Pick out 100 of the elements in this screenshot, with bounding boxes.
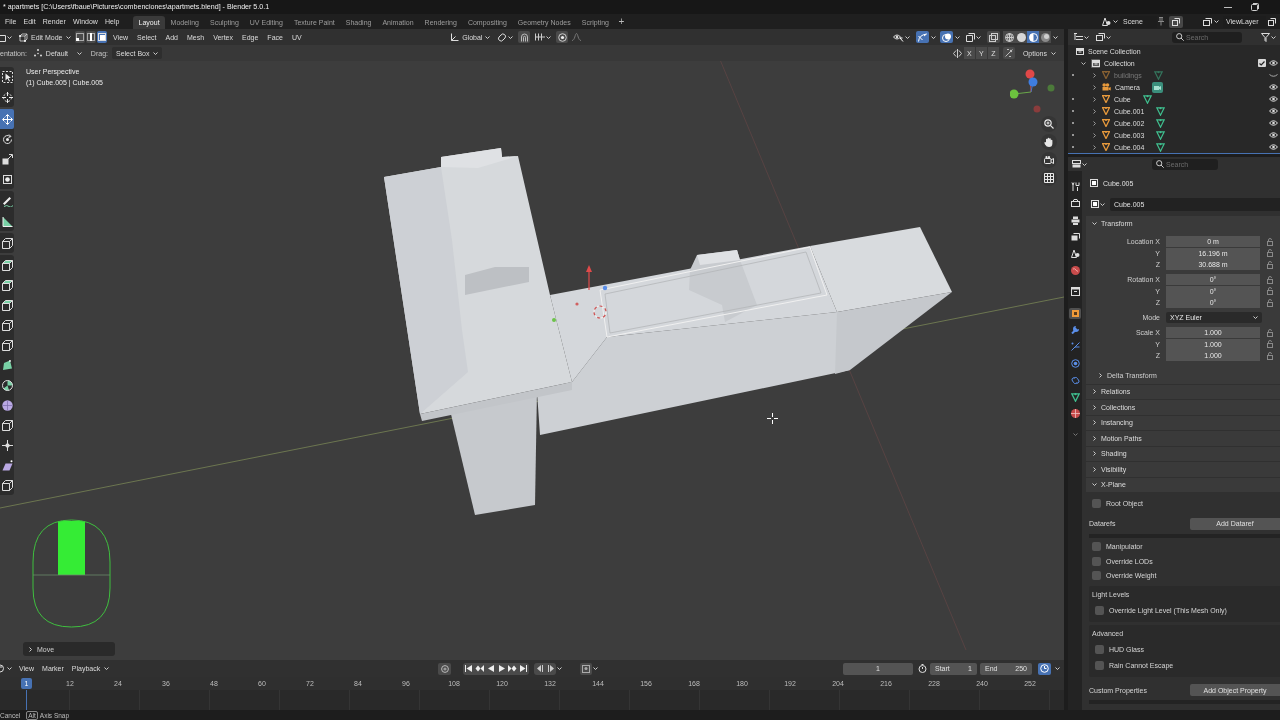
properties-tab[interactable] [1069, 341, 1081, 353]
chevron-right-icon[interactable] [1093, 120, 1096, 126]
caret-icon[interactable] [1053, 35, 1058, 39]
zoom-button[interactable] [1041, 116, 1057, 132]
chevron-right-icon[interactable] [1093, 72, 1096, 78]
eye-icon[interactable] [1269, 144, 1278, 150]
next-keyframe-button[interactable] [507, 662, 519, 675]
chevron-right-icon[interactable] [1093, 144, 1096, 150]
lock-icon[interactable] [1267, 249, 1273, 258]
exclude-checkbox[interactable] [1258, 59, 1266, 67]
chevron-right-icon[interactable] [1093, 132, 1096, 138]
chevron-right-icon[interactable] [1093, 96, 1096, 102]
gizmo-toggle[interactable] [916, 31, 929, 43]
mesh-data-icon[interactable] [1156, 118, 1166, 128]
duplicate-button[interactable] [1169, 15, 1183, 28]
caret-icon[interactable] [593, 667, 599, 670]
mesh-overlay-dropdown[interactable] [964, 30, 983, 44]
mesh-data-icon[interactable] [1156, 106, 1166, 116]
minimize-icon[interactable] [1224, 6, 1232, 8]
next-key-button[interactable] [545, 662, 557, 675]
restore-icon[interactable] [1251, 3, 1259, 11]
add-workspace-button[interactable]: + [614, 16, 629, 27]
range-toggle[interactable] [1038, 662, 1051, 675]
checkbox[interactable] [1092, 542, 1101, 551]
properties-tab[interactable] [1069, 357, 1081, 369]
play-button[interactable] [496, 662, 508, 675]
lock-icon[interactable] [1267, 275, 1273, 284]
lock-icon[interactable] [1267, 260, 1273, 269]
editor-type-button[interactable] [1072, 157, 1090, 171]
properties-tab[interactable] [1069, 231, 1081, 243]
tool-button[interactable] [0, 109, 14, 129]
mesh-data-icon[interactable] [1142, 94, 1152, 104]
pin-icon[interactable] [1157, 17, 1165, 26]
caret-icon[interactable] [557, 667, 563, 670]
shading-mode-button[interactable] [1003, 31, 1015, 43]
overlay-toggle[interactable] [940, 31, 953, 43]
properties-tab[interactable] [1069, 324, 1081, 336]
mesh-data-icon[interactable] [1156, 130, 1166, 140]
caret-icon[interactable] [931, 35, 936, 39]
caret-icon[interactable] [1055, 667, 1060, 670]
checkbox[interactable] [1092, 571, 1101, 580]
checkbox[interactable] [1092, 556, 1101, 566]
view-layer-dropdown[interactable] [1201, 17, 1221, 26]
pivot-dropdown[interactable] [495, 30, 516, 44]
previous-key-button[interactable] [534, 662, 546, 675]
properties-tab[interactable] [1069, 408, 1081, 420]
snap-toggle[interactable] [518, 31, 531, 43]
select-mode-button[interactable] [85, 31, 96, 43]
eye-icon[interactable] [1269, 132, 1278, 138]
select-mode-button[interactable] [96, 31, 107, 43]
caret-icon [905, 35, 910, 39]
properties-tab[interactable] [1069, 181, 1081, 192]
topology-mirror-toggle[interactable] [1002, 47, 1015, 59]
properties-tab[interactable] [1069, 214, 1081, 226]
checkbox[interactable] [1092, 498, 1101, 508]
lock-icon[interactable] [1267, 237, 1273, 246]
checkbox[interactable] [1095, 660, 1104, 670]
eye-icon[interactable] [1269, 108, 1278, 114]
properties-tab[interactable] [1069, 391, 1081, 403]
editor-type-button[interactable] [0, 661, 15, 676]
properties-tab[interactable] [1069, 248, 1081, 260]
xray-toggle[interactable] [987, 31, 1000, 43]
chevron-right-icon[interactable] [1093, 108, 1096, 114]
caret-icon[interactable] [955, 35, 960, 39]
select-mode-button[interactable] [74, 31, 85, 43]
eye-icon[interactable] [1269, 60, 1278, 66]
object-browse-dropdown[interactable] [1091, 197, 1108, 211]
camera-data-icon[interactable] [1151, 81, 1163, 93]
proportional-edit-toggle[interactable] [556, 31, 569, 43]
display-mode-dropdown[interactable] [1096, 30, 1114, 44]
lock-icon[interactable] [1267, 340, 1273, 349]
jump-end-button[interactable] [518, 662, 530, 675]
lock-icon[interactable] [1267, 328, 1273, 337]
properties-tab[interactable] [1069, 265, 1081, 276]
falloff-curve-icon[interactable] [572, 33, 582, 41]
lock-icon[interactable] [1267, 287, 1273, 296]
scene-dropdown[interactable] [1100, 17, 1120, 26]
lock-icon[interactable] [1267, 351, 1273, 360]
copy-icon[interactable] [1268, 17, 1276, 26]
shading-mode-button[interactable] [1039, 31, 1051, 43]
lock-icon[interactable] [1267, 298, 1273, 307]
camera-view-button[interactable] [1041, 152, 1057, 168]
mesh-data-icon[interactable] [1156, 142, 1166, 152]
chevron-down-icon[interactable] [1081, 61, 1086, 65]
auto-keying-toggle[interactable] [438, 662, 452, 675]
shading-mode-button[interactable] [1015, 31, 1027, 43]
stopwatch-icon[interactable] [918, 664, 927, 673]
checkbox[interactable] [1095, 644, 1104, 654]
projection-button[interactable] [1041, 170, 1057, 186]
properties-tab[interactable] [1069, 197, 1081, 209]
keying-set-button[interactable] [580, 662, 593, 675]
eye-icon[interactable] [1269, 96, 1278, 102]
chevron-right-icon[interactable] [1093, 84, 1096, 90]
properties-tab[interactable] [1069, 307, 1081, 319]
closed-eye-icon[interactable] [1269, 73, 1278, 77]
checkbox[interactable] [1095, 605, 1104, 615]
pan-button[interactable] [1041, 134, 1057, 150]
eye-icon[interactable] [1269, 84, 1278, 90]
caret-icon[interactable] [1072, 433, 1078, 437]
eye-icon[interactable] [1269, 120, 1278, 126]
